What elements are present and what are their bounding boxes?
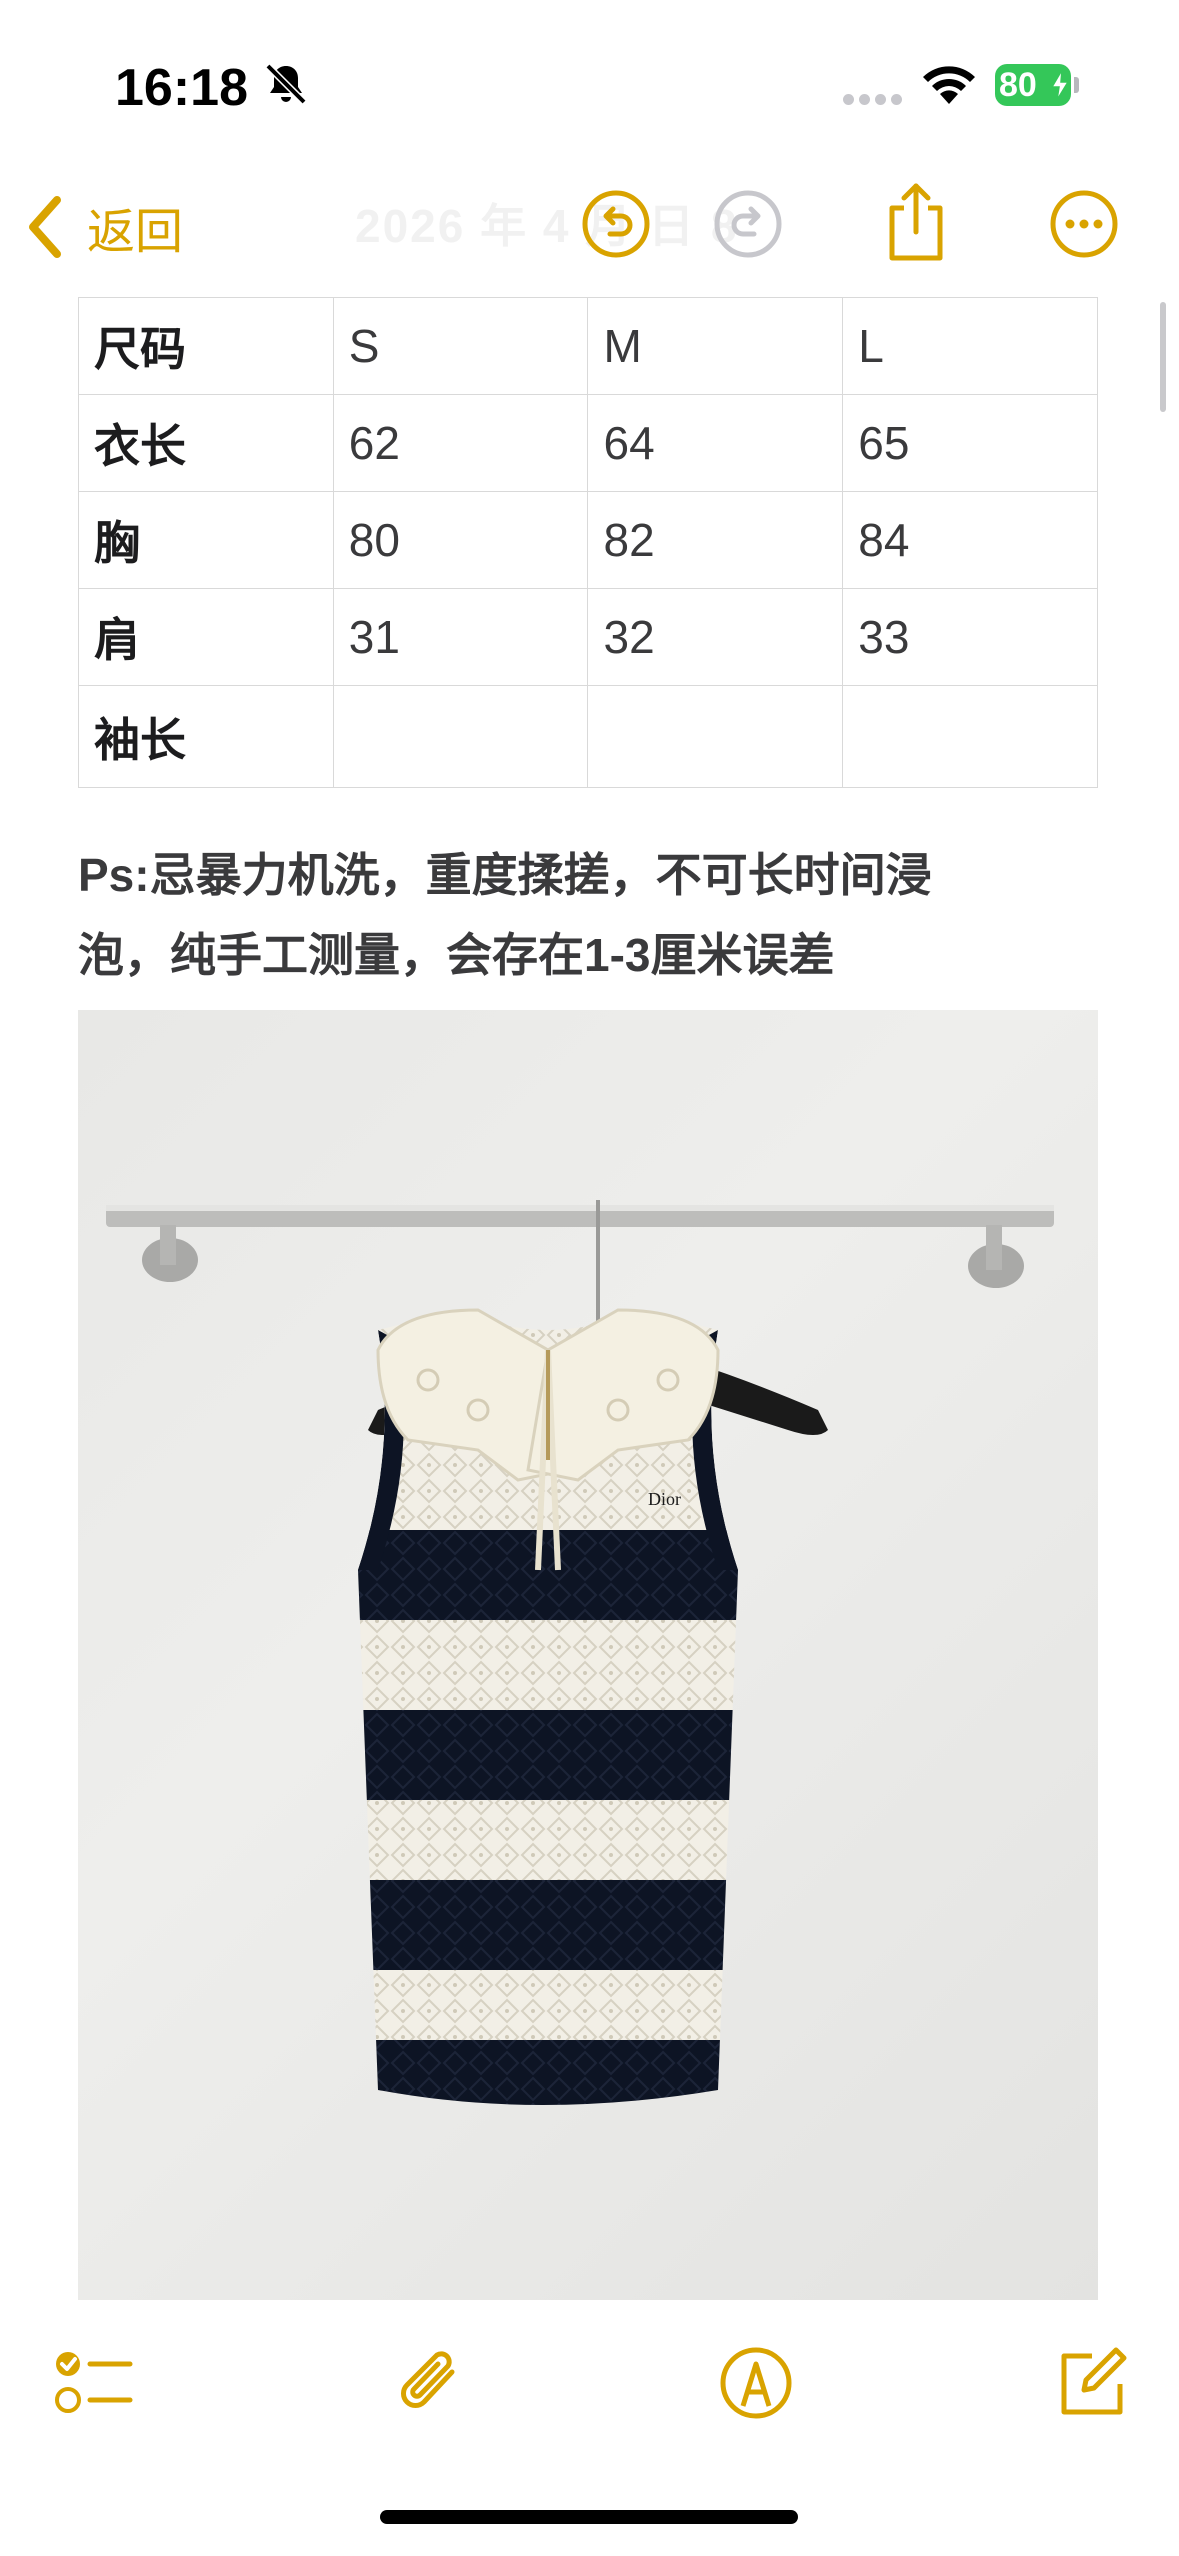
table-row: 袖长	[78, 685, 1098, 788]
brand-logo: Dior	[648, 1489, 681, 1509]
status-bar: 16:18 80	[0, 0, 1179, 150]
table-cell: 袖长	[78, 685, 334, 788]
table-cell: M	[587, 297, 844, 395]
compose-icon[interactable]	[1050, 2342, 1132, 2424]
back-button[interactable]: 返回	[25, 192, 183, 262]
redo-icon[interactable]	[712, 188, 784, 260]
table-cell: 80	[332, 491, 589, 589]
table-cell: 82	[587, 491, 844, 589]
table-row: 尺码 S M L	[78, 297, 1098, 395]
table-cell: 33	[842, 588, 1098, 686]
table-row: 衣长 62 64 65	[78, 394, 1098, 492]
table-cell: 衣长	[78, 394, 334, 492]
table-cell: 32	[587, 588, 844, 686]
attachment-icon[interactable]	[390, 2342, 472, 2424]
table-cell: 62	[332, 394, 589, 492]
more-icon[interactable]	[1048, 188, 1120, 260]
undo-icon[interactable]	[580, 188, 652, 260]
markup-icon[interactable]	[715, 2342, 797, 2424]
battery-percent: 80	[999, 66, 1037, 104]
table-row: 胸 80 82 84	[78, 491, 1098, 589]
table-cell: 64	[587, 394, 844, 492]
table-cell: 84	[842, 491, 1098, 589]
note-date-title: 2026 年 4 月 日 8	[355, 200, 739, 252]
battery-charging-icon: 80	[995, 64, 1079, 108]
note-text[interactable]: Ps:忌暴力机洗，重度揉搓，不可长时间浸 泡，纯手工测量，会存在1-3厘米误差	[78, 835, 1098, 995]
wifi-icon	[923, 66, 975, 104]
chevron-left-icon	[29, 196, 61, 258]
checklist-icon[interactable]	[52, 2342, 134, 2424]
table-cell: 尺码	[78, 297, 334, 395]
table-cell: L	[842, 297, 1098, 395]
back-label: 返回	[87, 206, 184, 259]
scroll-indicator[interactable]	[1160, 302, 1166, 412]
note-line: Ps:忌暴力机洗，重度揉搓，不可长时间浸	[78, 849, 932, 901]
nav-bar: 返回 2026 年 4 月 日 8	[0, 170, 1179, 290]
table-cell: S	[332, 297, 589, 395]
table-cell: 肩	[78, 588, 334, 686]
cellular-signal-icon	[843, 92, 907, 110]
table-row: 肩 31 32 33	[78, 588, 1098, 686]
bottom-toolbar	[0, 2300, 1179, 2480]
bell-slash-icon	[265, 63, 307, 105]
table-cell: 65	[842, 394, 1098, 492]
note-line: 泡，纯手工测量，会存在1-3厘米误差	[78, 929, 835, 981]
table-cell	[587, 685, 844, 788]
table-cell: 胸	[78, 491, 334, 589]
table-cell	[842, 685, 1098, 788]
status-time: 16:18	[115, 59, 248, 117]
size-table[interactable]: 尺码 S M L 衣长 62 64 65 胸 80 82 84 肩 31 32 …	[78, 297, 1098, 788]
home-indicator[interactable]	[380, 2510, 798, 2524]
share-icon[interactable]	[880, 178, 952, 264]
table-cell: 31	[332, 588, 589, 686]
table-cell	[332, 685, 589, 788]
product-photo[interactable]: Dior	[78, 1010, 1098, 2302]
sweater-vest-image: Dior	[106, 1200, 1054, 2105]
